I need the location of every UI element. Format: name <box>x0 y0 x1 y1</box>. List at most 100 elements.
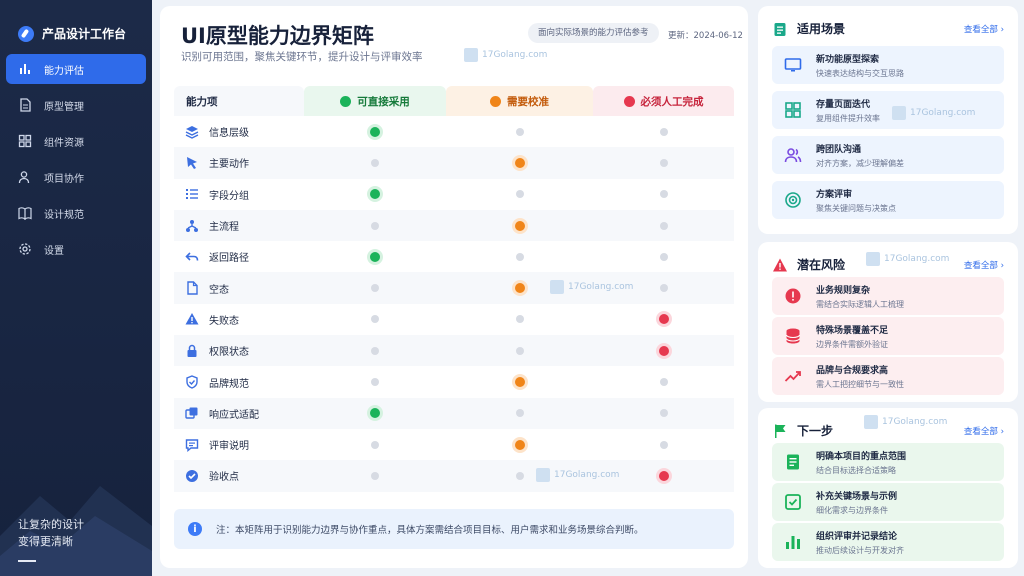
sidebar-item-prototype[interactable]: 原型管理 <box>6 90 146 120</box>
card-text: 新功能原型探索 快速表达结构与交互思路 <box>816 52 904 79</box>
slogan-line-1: 让复杂的设计 <box>18 518 84 531</box>
matrix-cell <box>446 220 593 231</box>
empty-dot-icon <box>659 127 668 136</box>
empty-dot-icon <box>371 471 379 480</box>
empty-dot-icon <box>659 409 668 418</box>
table-row[interactable]: 主流程 <box>174 209 734 242</box>
flag-icon <box>775 424 786 438</box>
card-text: 明确本项目的重点范围 结合目标选择合适策略 <box>816 449 906 476</box>
matrix-cell <box>593 190 734 199</box>
table-row[interactable]: 空态 <box>174 272 734 304</box>
table-row[interactable]: 信息层级 <box>174 116 734 147</box>
capability-label: 验收点 <box>174 468 304 483</box>
document-icon <box>20 98 31 112</box>
risks-card[interactable]: 业务规则复杂 需结合实际逻辑人工梳理 <box>772 277 1004 315</box>
table-row[interactable]: 权限状态 <box>174 335 734 367</box>
status-dot-icon <box>514 283 525 294</box>
view-all-link[interactable]: 查看全部 › <box>964 259 1004 271</box>
page-title: UI原型能力边界矩阵 <box>181 24 374 48</box>
card-text: 补充关键场景与示例 细化需求与边界条件 <box>816 489 897 516</box>
card-title: 明确本项目的重点范围 <box>816 451 907 462</box>
next-card[interactable]: 补充关键场景与示例 细化需求与边界条件 <box>772 483 1004 521</box>
card-title: 方案评审 <box>816 189 853 200</box>
scenes-card[interactable]: 新功能原型探索 快速表达结构与交互思路 <box>772 46 1004 84</box>
empty-dot-icon <box>659 252 668 261</box>
empty-dot-icon <box>515 315 524 324</box>
panel-header: 潜在风险 <box>772 256 845 273</box>
app-logo[interactable]: 产品设计工作台 <box>0 0 152 50</box>
green-dot-icon <box>340 95 352 107</box>
risks-card[interactable]: 特殊场景覆盖不足 边界条件需额外验证 <box>772 317 1004 355</box>
card-text: 方案评审聚焦关键问题与决策点 <box>816 187 896 214</box>
view-all-link[interactable]: 查看全部 › <box>964 425 1004 437</box>
risks-card[interactable]: 品牌与合规要求高 需人工把控细节与一致性 <box>772 357 1004 395</box>
sidebar-item-spec[interactable]: 设计规范 <box>6 198 146 228</box>
card-title: 新功能原型探索 <box>816 54 880 65</box>
table-row[interactable]: 验收点 <box>174 460 734 492</box>
note-text: 注：本矩阵用于识别能力边界与协作重点，具体方案需结合项目目标、用户需求和业务场景… <box>216 525 644 536</box>
capability-label: 评审说明 <box>174 437 304 452</box>
matrix-cell <box>304 126 446 137</box>
status-dot-icon <box>370 251 380 262</box>
capability-label: 主要动作 <box>174 155 304 170</box>
matrix-cell <box>304 346 446 355</box>
scenes-card[interactable]: 跨团队沟通 对齐方案，减少理解偏差 <box>772 136 1004 174</box>
view-all-link[interactable]: 查看全部 › <box>964 23 1004 35</box>
capability-label: 失败态 <box>174 312 304 327</box>
card-title: 品牌与合规要求高 <box>816 365 889 376</box>
matrix-cell <box>304 284 446 293</box>
copy-icon <box>185 407 198 420</box>
table-row[interactable]: 品牌规范 <box>174 366 734 397</box>
watermark: 17Golang.com <box>866 252 949 266</box>
table-row[interactable]: 失败态 <box>174 304 734 335</box>
next-card[interactable]: 明确本项目的重点范围 结合目标选择合适策略 <box>772 443 1004 481</box>
sidebar-item-label: 原型管理 <box>44 101 84 113</box>
table-row[interactable]: 返回路径 <box>174 241 734 272</box>
next-card[interactable]: 组织评审并记录结论 推动后续设计与开发对齐 <box>772 523 1004 561</box>
comment-icon <box>185 438 199 452</box>
sidebar-item-label: 项目协作 <box>44 173 84 185</box>
status-dot-icon <box>514 157 525 168</box>
shield-icon <box>186 375 198 389</box>
status-dot-icon <box>658 314 669 325</box>
matrix-cell <box>304 440 446 449</box>
matrix-cell <box>593 378 734 387</box>
empty-dot-icon <box>515 409 524 418</box>
empty-dot-icon <box>371 440 379 449</box>
sidebar-item-settings[interactable]: 设置 <box>6 234 146 264</box>
slogan-underline <box>18 560 36 562</box>
col-header-capability: 能力项 <box>174 86 304 116</box>
card-subtitle: 边界条件需额外验证 <box>816 339 888 349</box>
matrix-cell <box>593 440 734 449</box>
empty-dot-icon <box>515 252 524 261</box>
status-dot-icon <box>658 345 669 356</box>
table-row[interactable]: 字段分组 <box>174 179 734 210</box>
sidebar-item-assessment[interactable]: 能力评估 <box>6 54 146 84</box>
info-icon: i <box>188 522 202 536</box>
table-header: 能力项 可直接采用 需要校准 必须人工完成 <box>174 86 734 116</box>
table-row[interactable]: 主要动作 <box>174 147 734 179</box>
sidebar: 产品设计工作台 能力评估 原型管理 组件资源 项目协作 设计规范 设置 让复杂的… <box>0 0 152 576</box>
table-row[interactable]: 响应式适配 <box>174 397 734 429</box>
status-dot-icon <box>658 470 669 481</box>
card-subtitle: 聚焦关键问题与决策点 <box>816 203 896 213</box>
watermark-icon <box>892 106 906 120</box>
capability-matrix: 能力项 可直接采用 需要校准 必须人工完成 信息层级主要动作字段分组主流程 返回路… <box>174 86 734 492</box>
watermark: 17Golang.com <box>464 48 547 62</box>
panel-header: 适用场景 <box>772 20 845 37</box>
sidebar-item-components[interactable]: 组件资源 <box>6 126 146 156</box>
empty-dot-icon <box>371 378 379 387</box>
matrix-cell <box>304 251 446 262</box>
table-row[interactable]: 评审说明 <box>174 429 734 460</box>
sidebar-item-collaboration[interactable]: 项目协作 <box>6 162 146 192</box>
doc-icon <box>787 454 799 470</box>
scenes-card[interactable]: 方案评审聚焦关键问题与决策点 <box>772 181 1004 219</box>
capability-label: 字段分组 <box>174 187 304 202</box>
sidebar-item-label: 组件资源 <box>44 137 84 149</box>
card-subtitle: 细化需求与边界条件 <box>816 505 888 515</box>
panel-title: 潜在风险 <box>797 258 846 272</box>
card-subtitle: 推动后续设计与开发对齐 <box>816 545 904 555</box>
layers-icon <box>185 125 199 139</box>
empty-dot-icon <box>659 190 668 199</box>
capability-label: 权限状态 <box>174 343 304 358</box>
